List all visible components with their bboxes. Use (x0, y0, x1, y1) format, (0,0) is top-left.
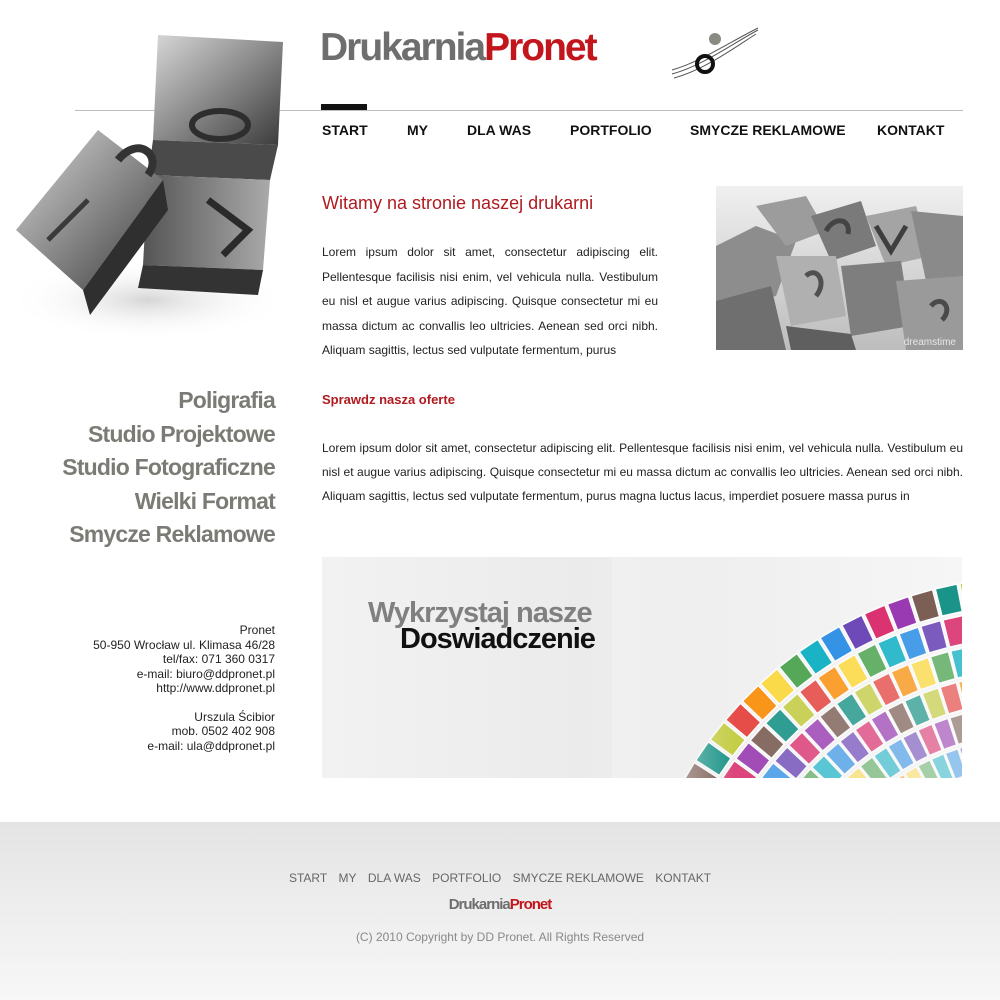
photo-watermark: dreamstime (904, 337, 957, 348)
footer-logo[interactable]: DrukarniaPronet (0, 896, 1000, 913)
footer-logo-part-drukarnia: Drukarnia (448, 896, 511, 913)
logo-text: DrukarniaPronet (320, 26, 598, 70)
footer-copyright: (C) 2010 Copyright by DD Pronet. All Rig… (355, 930, 645, 944)
footer-link-kontakt[interactable]: KONTAKT (655, 871, 711, 885)
service-studio-projektowe[interactable]: Studio Projektowe (62, 418, 276, 452)
nav-my[interactable]: MY (407, 122, 428, 138)
contact-email[interactable]: e-mail: biuro@ddpronet.pl (93, 667, 275, 682)
color-swatch-fan-image (612, 557, 962, 778)
footer-nav: START MY DLA WAS PORTFOLIO SMYCZE REKLAM… (0, 871, 1000, 885)
footer-link-dla-was[interactable]: DLA WAS (368, 871, 421, 885)
welcome-title: Witamy na stronie naszej drukarni (322, 193, 594, 213)
printing-blocks-image (8, 35, 288, 340)
site-logo[interactable]: DrukarniaPronet (320, 22, 760, 82)
footer-link-my[interactable]: MY (339, 871, 357, 885)
experience-banner[interactable]: Wykrzystaj nasze Doswiadczenie (322, 557, 962, 778)
service-wielki-format[interactable]: Wielki Format (62, 485, 276, 519)
contact-person-email[interactable]: e-mail: ula@ddpronet.pl (93, 739, 275, 754)
intro-paragraph: Lorem ipsum dolor sit amet, consectetur … (322, 245, 658, 357)
nav-portfolio[interactable]: PORTFOLIO (570, 122, 652, 138)
contact-address: 50-950 Wrocław ul. Klimasa 46/28 (93, 637, 275, 652)
type-letters-photo: dreamstime (716, 186, 963, 350)
contact-website[interactable]: http://www.ddpronet.pl (93, 681, 275, 696)
footer-link-portfolio[interactable]: PORTFOLIO (432, 871, 501, 885)
footer-link-smycze-reklamowe[interactable]: SMYCZE REKLAMOWE (513, 871, 644, 885)
nav-active-marker (321, 104, 367, 110)
footer-logo-part-pronet: Pronet (509, 896, 553, 913)
service-studio-fotograficzne[interactable]: Studio Fotograficzne (62, 451, 276, 485)
nav-dla-was[interactable]: DLA WAS (467, 122, 531, 138)
contact-phone: tel/fax: 071 360 0317 (162, 652, 275, 666)
contact-mobile: mob. 0502 402 908 (171, 724, 275, 738)
service-poligrafia[interactable]: Poligrafia (62, 384, 276, 418)
contact-person: Urszula Ścibior (194, 709, 275, 724)
nav-kontakt[interactable]: KONTAKT (877, 122, 944, 138)
service-smycze-reklamowe[interactable]: Smycze Reklamowe (62, 518, 276, 552)
offer-title[interactable]: Sprawdz nasza oferte (322, 392, 455, 407)
contact-spacer (93, 696, 275, 710)
contact-info: Pronet 50-950 Wrocław ul. Klimasa 46/28 … (93, 623, 275, 753)
logo-part-pronet: Pronet (484, 26, 598, 69)
logo-part-drukarnia: Drukarnia (320, 26, 486, 69)
nav-smycze-reklamowe[interactable]: SMYCZE REKLAMOWE (690, 122, 846, 138)
offer-paragraph: Lorem ipsum dolor sit amet, consectetur … (322, 441, 963, 503)
footer-link-start[interactable]: START (289, 871, 327, 885)
nav-start[interactable]: START (322, 122, 368, 138)
banner-line2: Doswiadczenie (400, 623, 596, 655)
footer: START MY DLA WAS PORTFOLIO SMYCZE REKLAM… (0, 822, 1000, 1000)
logo-swirl-icon (671, 27, 759, 79)
contact-company: Pronet (239, 623, 275, 637)
services-list: Poligrafia Studio Projektowe Studio Foto… (62, 384, 276, 552)
